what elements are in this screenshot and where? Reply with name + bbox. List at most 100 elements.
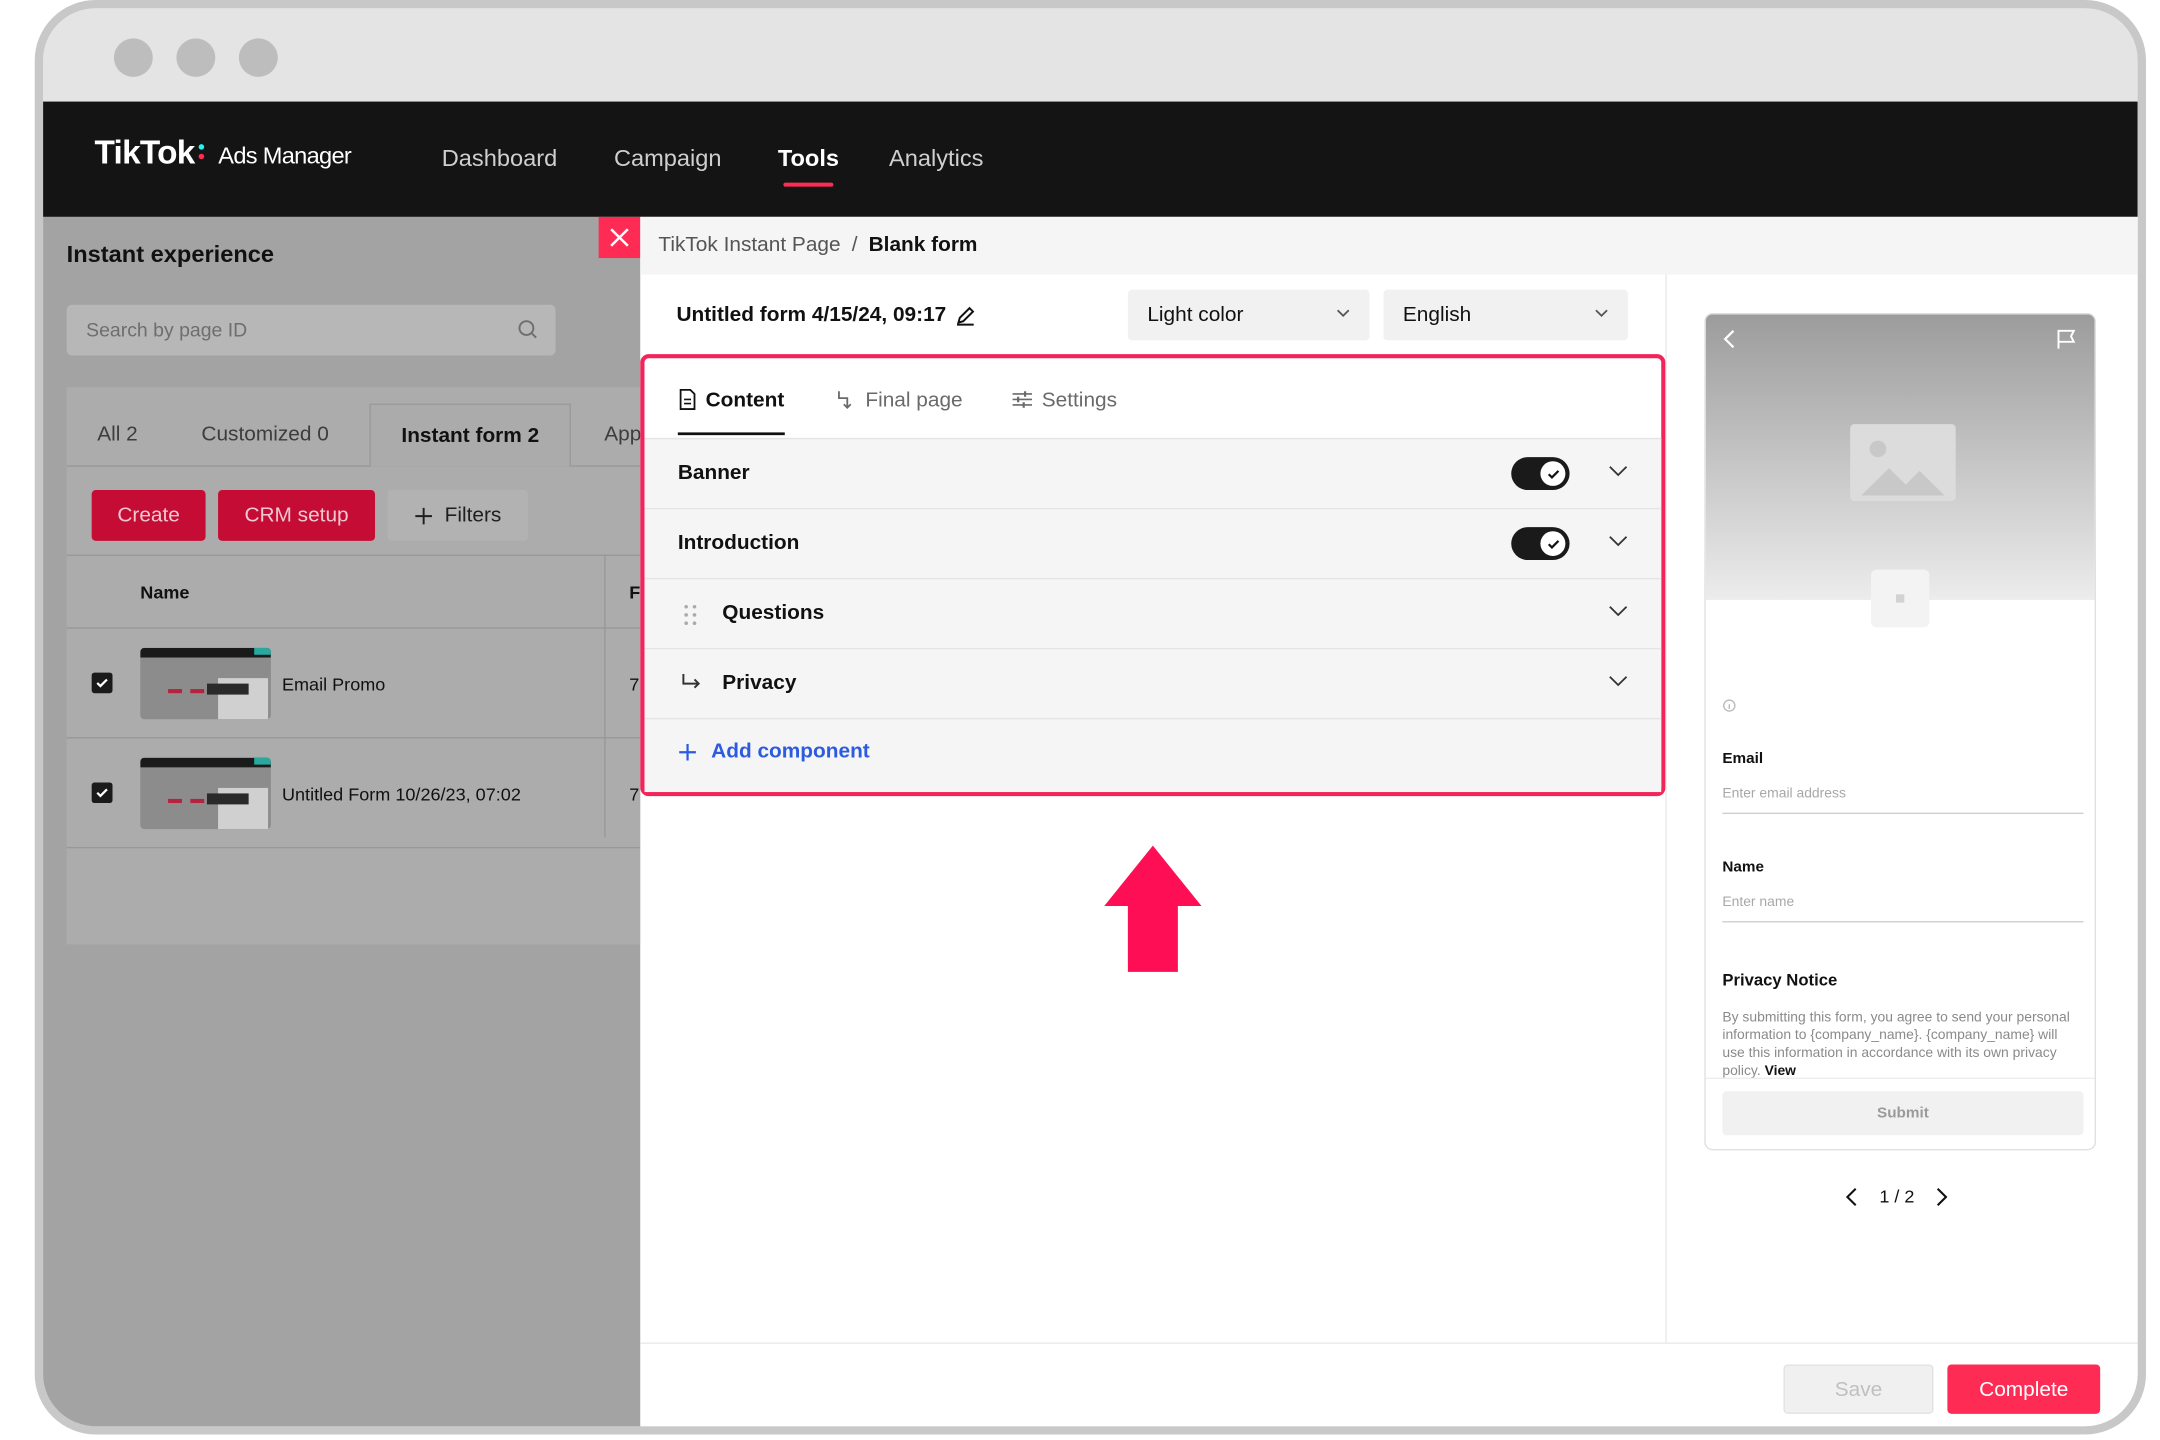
- footer-divider: [640, 1342, 2138, 1344]
- section-introduction[interactable]: Introduction: [644, 507, 1662, 578]
- banner-toggle[interactable]: [1511, 457, 1570, 491]
- email-label: Email: [1722, 750, 1764, 768]
- chevron-down-icon[interactable]: [1608, 605, 1628, 617]
- tab-all[interactable]: All 2: [97, 423, 138, 446]
- chevron-left-icon[interactable]: [1722, 328, 1736, 350]
- email-field[interactable]: Enter email address: [1722, 787, 2084, 815]
- create-button[interactable]: Create: [91, 490, 206, 541]
- tab-content-label: Content: [705, 388, 785, 412]
- privacy-notice-text: By submitting this form, you agree to se…: [1722, 1009, 2083, 1078]
- edit-pencil-icon[interactable]: [955, 304, 977, 326]
- tab-instant-form[interactable]: Instant form 2: [369, 403, 572, 467]
- crm-setup-button[interactable]: CRM setup: [218, 490, 376, 541]
- info-icon: [1723, 699, 1736, 712]
- tab-final-page[interactable]: Final page: [835, 388, 963, 435]
- chevron-down-icon: [1595, 309, 1608, 317]
- check-icon: [96, 678, 108, 688]
- tab-customized[interactable]: Customized 0: [201, 423, 328, 446]
- close-drawer-button[interactable]: [598, 216, 641, 259]
- window-maximize-dot[interactable]: [238, 38, 278, 77]
- breadcrumb: TikTok Instant Page / Blank form: [640, 216, 2138, 275]
- section-label: Privacy: [722, 671, 797, 695]
- sub-arrow-icon: [682, 673, 701, 689]
- nav-dashboard[interactable]: Dashboard: [442, 146, 558, 173]
- search-input[interactable]: Search by page ID: [66, 304, 556, 356]
- tiktok-logo[interactable]: TikTok Ads Manager: [94, 135, 351, 173]
- column-name: Name: [140, 582, 190, 603]
- nav-tools[interactable]: Tools: [778, 146, 839, 187]
- nav-campaign[interactable]: Campaign: [614, 146, 722, 173]
- image-placeholder-icon: [1850, 424, 1956, 502]
- add-component-button[interactable]: Add component: [678, 740, 870, 763]
- table-row[interactable]: Untitled Form 10/26/23, 07:02 7: [66, 739, 641, 849]
- settings-sliders-icon: [1012, 391, 1033, 408]
- chevron-down-icon[interactable]: [1608, 535, 1628, 547]
- top-navigation-bar: TikTok Ads Manager Dashboard Campaign To…: [43, 101, 2138, 217]
- section-questions[interactable]: Questions: [644, 577, 1662, 648]
- row-name[interactable]: Untitled Form 10/26/23, 07:02: [282, 784, 521, 805]
- chevron-left-icon[interactable]: [1845, 1187, 1857, 1206]
- section-label: Questions: [722, 601, 825, 625]
- row-checkbox[interactable]: [91, 672, 113, 694]
- row-checkbox[interactable]: [91, 782, 113, 804]
- search-icon[interactable]: [517, 318, 539, 340]
- form-title: Untitled form 4/15/24, 09:17: [676, 303, 977, 327]
- window-titlebar: [43, 8, 2138, 102]
- check-icon: [1547, 469, 1559, 479]
- privacy-view-link[interactable]: View: [1765, 1064, 1796, 1078]
- browser-frame: TikTok Ads Manager Dashboard Campaign To…: [34, 0, 2147, 1435]
- row-name[interactable]: Email Promo: [282, 674, 385, 695]
- name-label: Name: [1722, 859, 1764, 876]
- chevron-down-icon[interactable]: [1608, 675, 1628, 687]
- chevron-down-icon: [1336, 309, 1350, 317]
- logo-subtitle: Ads Manager: [218, 142, 352, 169]
- table-header: Name F: [66, 554, 641, 629]
- section-label: Banner: [677, 461, 750, 485]
- chevron-right-icon[interactable]: [1937, 1187, 1948, 1206]
- theme-select[interactable]: Light color: [1127, 289, 1370, 341]
- introduction-toggle[interactable]: [1511, 527, 1570, 561]
- tab-settings-label: Settings: [1041, 388, 1118, 412]
- submit-button[interactable]: Submit: [1722, 1091, 2084, 1136]
- save-button[interactable]: Save: [1783, 1364, 1934, 1414]
- filter-tabs: All 2 Customized 0 Instant form 2 App: [66, 403, 641, 467]
- document-icon: [679, 388, 696, 410]
- nav-analytics[interactable]: Analytics: [889, 146, 983, 173]
- language-select[interactable]: English: [1383, 289, 1628, 341]
- filters-button[interactable]: Filters: [387, 490, 528, 541]
- window-close-dot[interactable]: [113, 38, 153, 77]
- form-thumbnail: [140, 647, 271, 720]
- table-row[interactable]: Email Promo 7: [66, 629, 641, 739]
- content-editor-panel: Content Final page Settings Banner Intro…: [640, 354, 1666, 797]
- flag-icon[interactable]: [2056, 328, 2078, 350]
- window-minimize-dot[interactable]: [176, 38, 216, 77]
- theme-select-value: Light color: [1147, 303, 1244, 327]
- name-field[interactable]: Enter name: [1722, 895, 2084, 923]
- panel-title: Instant experience: [66, 241, 275, 268]
- filters-label: Filters: [444, 503, 502, 528]
- section-privacy[interactable]: Privacy: [644, 647, 1662, 718]
- complete-button[interactable]: Complete: [1947, 1364, 2101, 1414]
- tab-content[interactable]: Content: [677, 388, 785, 436]
- breadcrumb-parent[interactable]: TikTok Instant Page: [658, 233, 840, 256]
- mobile-preview: Email Enter email address Name Enter nam…: [1704, 312, 2097, 1151]
- breadcrumb-current: Blank form: [868, 233, 978, 257]
- route-icon: [838, 391, 852, 409]
- preview-pager: 1 / 2: [1845, 1186, 1948, 1207]
- pager-label: 1 / 2: [1879, 1186, 1915, 1207]
- privacy-notice-title: Privacy Notice: [1722, 970, 1838, 990]
- language-select-value: English: [1402, 303, 1472, 327]
- drag-handle-icon[interactable]: [683, 604, 697, 626]
- check-icon: [96, 788, 108, 798]
- avatar: [1870, 569, 1930, 628]
- pointer-arrow-icon: [1104, 845, 1202, 972]
- section-banner[interactable]: Banner: [644, 437, 1662, 508]
- plus-icon: [415, 507, 433, 524]
- preview-banner: [1705, 314, 2095, 600]
- form-title-text: Untitled form 4/15/24, 09:17: [676, 303, 947, 327]
- chevron-down-icon[interactable]: [1608, 465, 1628, 477]
- tab-settings[interactable]: Settings: [1011, 388, 1117, 435]
- add-component-label: Add component: [711, 739, 870, 764]
- form-editor-drawer: TikTok Instant Page / Blank form Untitled …: [640, 216, 2138, 1427]
- tab-app[interactable]: App: [604, 423, 641, 446]
